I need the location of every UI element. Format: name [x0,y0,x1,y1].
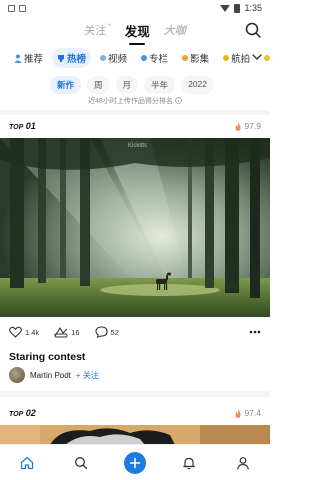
follow-button[interactable]: + 关注 [76,370,99,381]
category-bar: 推荐 热榜 视频 专栏 影集 航拍 黑白 [0,48,270,68]
comment-icon [94,326,108,338]
category-video[interactable]: 视频 [95,48,132,68]
post-2-photo[interactable] [0,425,270,445]
rank-label: TOP 02 [9,408,36,418]
nav-profile[interactable] [230,450,256,476]
avatar[interactable] [9,367,25,383]
bell-icon [183,457,195,469]
filter-half-year[interactable]: 半年 [144,76,176,94]
category-label: 热榜 [67,54,87,65]
rank-prefix: TOP [9,124,24,131]
nav-notifications[interactable] [176,450,202,476]
category-label: 专栏 [149,54,169,65]
status-left [8,4,26,12]
flame-icon [235,121,241,131]
chevron-down-icon[interactable] [250,50,264,64]
divider [0,110,270,115]
category-label: 视频 [108,54,128,65]
filter-new[interactable]: 新作 [50,76,82,94]
user-icon [237,456,249,470]
trophy-icon [58,54,65,62]
post-1-actions: 1.4k 16 52 [9,324,261,340]
bottom-nav [0,444,270,480]
filter-month[interactable]: 月 [115,76,139,94]
person-icon [14,54,22,63]
plus-icon [129,457,141,468]
album-dot-icon [182,55,189,61]
ranking-subtitle: 近48小时上传作品得分排名 [0,96,270,106]
wifi-icon [220,4,231,12]
comment-count: 52 [110,327,119,337]
tab-masters[interactable]: 大咖 [164,22,186,38]
score: 97.4 [234,408,261,418]
video-dot-icon [100,55,107,61]
author-name[interactable]: Martin Podt [30,371,71,380]
home-icon [20,456,34,469]
filter-week[interactable]: 周 [87,76,110,94]
tab-discover[interactable]: 发现 [125,21,150,40]
info-icon[interactable] [174,97,182,104]
comment-button[interactable]: 52 [94,326,119,338]
flame-icon [235,408,241,418]
rank-prefix: TOP [9,411,24,418]
search-icon[interactable] [244,21,262,39]
category-label: 影集 [190,54,210,65]
time-filter: 新作 周 月 半年 2022 [50,76,214,94]
heart-icon [9,326,22,338]
nav-search[interactable] [68,450,94,476]
filter-year[interactable]: 2022 [181,76,214,94]
post-1-author: Martin Podt + 关注 [9,367,99,383]
category-recommend[interactable]: 推荐 [9,48,48,68]
search-icon [75,456,88,469]
category-album[interactable]: 影集 [177,48,214,68]
share-icon [54,327,68,338]
share-count: 16 [71,327,80,337]
score: 97.9 [234,121,261,131]
post-1-title[interactable]: Staring contest [9,351,85,363]
bw-dot-icon [264,55,270,61]
rank-label: TOP 01 [9,121,36,131]
status-time: 1:35 [244,3,262,13]
post-2-header: TOP 02 97.4 [9,406,261,420]
category-label: 航拍 [231,54,251,65]
column-dot-icon [141,55,148,61]
publish-button[interactable] [124,451,146,474]
category-label: 推荐 [24,54,44,65]
subtitle-text: 近48小时上传作品得分排名 [88,98,173,105]
more-icon[interactable] [249,330,261,334]
nav-publish[interactable] [122,450,148,476]
photo-watermark: Kickitts [128,143,147,149]
score-value: 97.9 [244,121,261,131]
rank-number: 02 [25,408,36,418]
notification-icon-2 [19,4,26,12]
like-button[interactable]: 1.4k [9,326,39,338]
rank-number: 01 [25,121,36,131]
divider [0,391,270,397]
category-hot[interactable]: 热榜 [52,48,92,68]
share-button[interactable]: 16 [54,326,80,338]
tab-following[interactable]: 关注 [84,22,110,38]
score-value: 97.4 [244,408,261,418]
top-nav: 关注 发现 大咖 [0,18,270,42]
battery-icon [234,3,241,13]
category-column[interactable]: 专栏 [136,48,173,68]
nav-home[interactable] [14,450,40,476]
aerial-dot-icon [223,55,230,61]
status-bar: 1:35 [0,0,270,16]
post-1-photo[interactable]: Kickitts [0,138,270,317]
status-right: 1:35 [220,3,262,13]
post-1-header: TOP 01 97.9 [9,119,261,133]
notification-icon [8,4,15,12]
like-count: 1.4k [25,327,40,337]
